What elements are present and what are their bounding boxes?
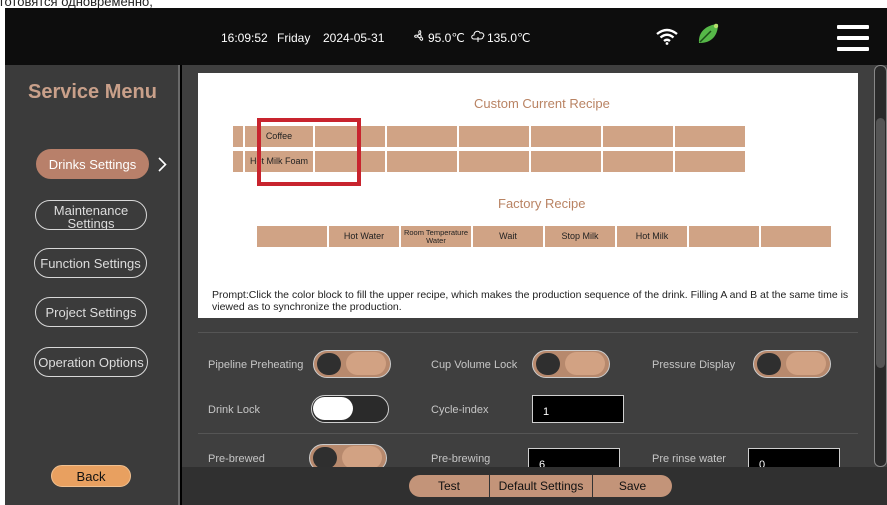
factory-recipe-cell[interactable]: Room Temperature Water — [400, 225, 472, 248]
hamburger-menu-icon[interactable] — [837, 25, 869, 51]
custom-recipe-b-cell[interactable] — [674, 150, 746, 173]
custom-recipe-a-cell[interactable] — [530, 125, 602, 148]
custom-recipe-a-cell[interactable] — [232, 125, 244, 148]
test-button[interactable]: Test — [409, 475, 489, 497]
prompt-text: Prompt:Click the color block to fill the… — [212, 289, 849, 313]
pre-rinse-water-label: Pre rinse water — [652, 453, 726, 465]
temperature-1: 95.0℃ — [428, 31, 465, 45]
wifi-icon — [656, 28, 678, 45]
sidebar: Service Menu Drinks Settings Maintenance… — [5, 65, 180, 505]
factory-recipe-cell[interactable]: Hot Milk — [616, 225, 688, 248]
sidebar-item-function-settings[interactable]: Function Settings — [34, 248, 147, 278]
main-content: Custom Current Recipe Coffee Hot Milk Fo… — [182, 65, 887, 476]
factory-recipe-cell[interactable]: Stop Milk — [544, 225, 616, 248]
back-button[interactable]: Back — [51, 465, 131, 487]
app-frame: 16:09:52 Friday 2024-05-31 95.0℃ 135.0℃ — [5, 8, 887, 505]
custom-recipe-title: Custom Current Recipe — [474, 96, 610, 111]
status-bar: 16:09:52 Friday 2024-05-31 95.0℃ 135.0℃ — [5, 8, 887, 65]
recipe-panel: Custom Current Recipe Coffee Hot Milk Fo… — [198, 73, 858, 318]
divider — [198, 332, 858, 333]
leaf-icon — [698, 23, 719, 43]
sidebar-item-label: Maintenance Settings — [53, 203, 129, 230]
bottom-bar: Test Default Settings Save — [182, 467, 887, 505]
factory-recipe-cell[interactable]: Hot Water — [328, 225, 400, 248]
sidebar-item-label: Project Settings — [45, 304, 137, 320]
custom-recipe-a-cell[interactable] — [602, 125, 674, 148]
factory-recipe-title: Factory Recipe — [498, 196, 586, 211]
sidebar-item-project-settings[interactable]: Project Settings — [35, 297, 147, 327]
cycle-index-label: Cycle-index — [431, 404, 489, 416]
cloud-icon — [471, 30, 485, 42]
sidebar-item-maintenance-settings[interactable]: Maintenance Settings — [35, 200, 147, 230]
clock-time: 16:09:52 — [221, 31, 268, 45]
sidebar-item-label: Drinks Settings — [48, 156, 137, 172]
factory-recipe-cell[interactable] — [760, 225, 832, 248]
pressure-display-toggle[interactable] — [753, 350, 831, 378]
custom-recipe-a-cell[interactable] — [386, 125, 458, 148]
pipeline-preheating-toggle[interactable] — [313, 350, 391, 378]
highlight-box — [257, 118, 361, 186]
sidebar-title: Service Menu — [28, 81, 157, 103]
sidebar-item-drinks-settings[interactable]: Drinks Settings — [36, 149, 149, 179]
scrollbar-thumb[interactable] — [876, 118, 885, 368]
custom-recipe-b-cell[interactable] — [458, 150, 530, 173]
temperature-2: 135.0℃ — [487, 31, 531, 45]
pipeline-preheating-label: Pipeline Preheating — [208, 359, 304, 371]
clock-date: 2024-05-31 — [323, 31, 385, 45]
custom-recipe-b-cell[interactable] — [386, 150, 458, 173]
drink-lock-toggle[interactable] — [311, 395, 389, 423]
custom-recipe-a-cell[interactable] — [674, 125, 746, 148]
cycle-index-input[interactable]: 1 — [532, 395, 624, 423]
pressure-display-label: Pressure Display — [652, 359, 736, 371]
pre-brewed-label: Pre-brewed — [208, 453, 265, 465]
cup-volume-lock-label: Cup Volume Lock — [431, 359, 518, 371]
save-button[interactable]: Save — [592, 475, 672, 497]
clock-day: Friday — [277, 31, 311, 45]
default-settings-button[interactable]: Default Settings — [489, 475, 592, 497]
chevron-right-icon — [158, 157, 167, 172]
sidebar-item-operation-options[interactable]: Operation Options — [34, 347, 148, 377]
factory-recipe-cell[interactable] — [688, 225, 760, 248]
drink-lock-label: Drink Lock — [208, 404, 260, 416]
sidebar-item-label: Operation Options — [38, 354, 144, 370]
divider — [198, 433, 858, 434]
sidebar-item-label: Function Settings — [40, 255, 141, 271]
custom-recipe-b-cell[interactable] — [602, 150, 674, 173]
custom-recipe-b-cell[interactable] — [232, 150, 244, 173]
factory-recipe-cell[interactable] — [256, 225, 328, 248]
pre-brewing-label: Pre-brewing — [431, 453, 491, 465]
custom-recipe-a-cell[interactable] — [458, 125, 530, 148]
fan-icon — [414, 30, 424, 41]
custom-recipe-b-cell[interactable] — [530, 150, 602, 173]
cup-volume-lock-toggle[interactable] — [532, 350, 610, 378]
factory-recipe-cell[interactable]: Wait — [472, 225, 544, 248]
